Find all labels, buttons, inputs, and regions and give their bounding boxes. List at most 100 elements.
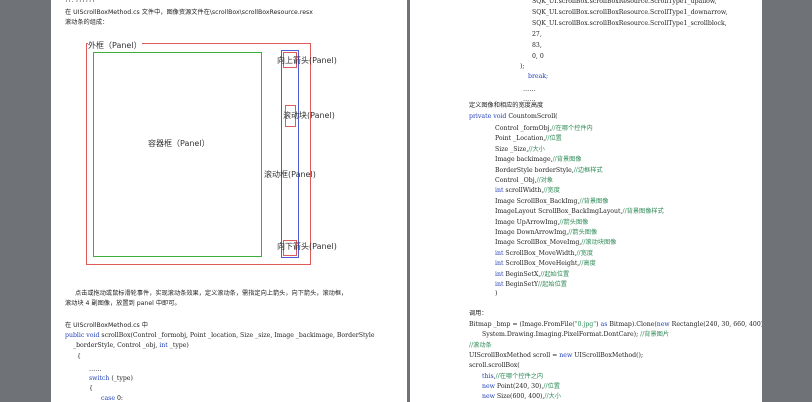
call-line: UIScrollBoxMethod scroll = new UIScrollB… — [469, 352, 643, 360]
param-comment: //在哪个控件内 — [551, 125, 593, 132]
call-cm: //大小 — [544, 393, 561, 401]
param-type: Size — [495, 145, 509, 153]
param-type: Image — [495, 218, 515, 226]
param-name: ScrollBox_MoveImg, — [514, 239, 582, 247]
param-line: Control _Obj,//对象 — [495, 177, 553, 185]
param-line: int BeginSetY//起始位置 — [495, 281, 567, 289]
intro-line: 在 UIScrollBoxMethod.cs 文件中，图像资源文件在\scrol… — [65, 9, 313, 16]
param-line: int ScrollBox_MoveWidth,//宽度 — [495, 250, 593, 258]
code-line-4: …… — [89, 366, 102, 373]
param-type: ImageLayout — [495, 208, 537, 216]
param-type: Image — [495, 239, 515, 247]
down-arrow-label: 向下箭头(Panel) — [277, 242, 337, 251]
code-line-3: { — [77, 353, 81, 360]
param-comment: //背景图像样式 — [622, 208, 664, 216]
call-kw2: new — [656, 321, 670, 328]
container-panel-box — [93, 52, 262, 257]
call-post: Point(240, 30), — [494, 382, 544, 390]
param-name: ScrollBox_MoveHeight, — [503, 260, 580, 268]
call-kw: this — [482, 372, 494, 380]
call-post: Size(600, 400), — [494, 393, 545, 401]
param-line: int BeginSetX,//起始位置 — [495, 271, 569, 279]
call-pre: scroll.scrollBox( — [469, 362, 520, 370]
param-comment: //宽度 — [576, 249, 594, 257]
param-line: Image ScrollBox_MoveImg,//滚动块图像 — [495, 239, 616, 247]
param-name: _Location, — [511, 135, 546, 143]
param-name: DownArrowImg, — [514, 229, 569, 236]
call-pre: Bitmap _bmp = (Image.FromFile( — [469, 321, 575, 328]
param-line: Image backimage,//背景图像 — [495, 156, 582, 164]
param-name: backimage, — [514, 156, 553, 164]
param-name: scrollWidth, — [503, 187, 544, 195]
ctor-signature: private void CountomScroll( — [469, 113, 558, 120]
top-code-line: SQK_UI.scrollBox.scrollBoxResource.Scrol… — [532, 0, 717, 5]
param-name: ScrollBox_MoveWidth, — [503, 249, 577, 257]
param-line: Point _Location,//位置 — [495, 135, 562, 143]
top-code-line: 27, — [532, 31, 542, 38]
intro-line-2: 滚动条的组成： — [65, 19, 109, 26]
param-comment: //高度 — [579, 260, 596, 268]
close-paren: ) — [495, 290, 498, 297]
call-line: scroll.scrollBox( — [469, 362, 520, 370]
param-name: _Obj, — [518, 177, 537, 184]
param-comment: //宽度 — [543, 187, 560, 195]
param-type: Point — [495, 135, 512, 143]
param-line: int scrollWidth,//宽度 — [495, 187, 560, 195]
top-code-line: SQK_UI.scrollBox.scrollBoxResource.Scrol… — [532, 9, 728, 16]
top-code-line: 83, — [532, 42, 542, 49]
param-name: UpArrowImg, — [514, 218, 560, 226]
thumb-label: 滚动块(Panel) — [283, 111, 335, 120]
param-comment: //滚动块图像 — [581, 239, 617, 247]
param-name: ScrollBox_BackImgLayout, — [536, 208, 623, 216]
call-line: this,//在哪个控件之内 — [482, 373, 543, 381]
call-str: "0.jpg" — [574, 321, 597, 328]
call-kw: new — [482, 382, 495, 390]
outer-panel-label: 外框（Panel） — [88, 40, 142, 51]
param-type: Control — [495, 125, 519, 132]
call-kw: new — [482, 393, 495, 401]
param-line: Size _Size,//大小 — [495, 146, 545, 154]
param-line: Image DownArrowImg,//箭头图像 — [495, 229, 597, 237]
param-comment: //边框样式 — [573, 166, 603, 174]
paragraph-1: 点击或拖动或鼠标滑轮事件，实现滚动条效果，定义滚动条，需指定向上箭头，向下箭头，… — [75, 290, 348, 297]
document-page-left: ??. ?????? 在 UIScrollBoxMethod.cs 文件中，图像… — [51, 0, 407, 402]
track-label: 滚动框(Panel) — [264, 170, 316, 179]
call-cm: //在哪个控件之内 — [495, 372, 544, 380]
param-type: Image — [495, 156, 515, 164]
param-comment: //背景图像 — [552, 156, 582, 164]
param-comment: //箭头图像 — [559, 218, 589, 226]
param-name: BeginSetY — [503, 281, 539, 288]
container-panel-label: 容器框（Panel） — [148, 139, 210, 148]
param-line: Image ScrollBox_BackImg,//背景图像 — [495, 198, 608, 206]
param-comment: //位置 — [545, 135, 562, 143]
param-comment: //对象 — [536, 177, 554, 184]
call-post: Bitmap).Clone( — [607, 321, 657, 328]
param-comment: //箭头图像 — [568, 229, 598, 236]
param-name: borderStyle, — [532, 166, 574, 174]
param-name: _Size, — [508, 145, 529, 153]
code-line-6: { — [89, 385, 93, 392]
code-line-7: case 0: — [101, 395, 123, 402]
param-line: BorderStyle borderStyle,//边框样式 — [495, 167, 603, 175]
section-title: 定义图像和相应的宽度高度 — [469, 102, 544, 109]
code-intro: 在 UIScrollBoxMethod.cs 中 — [65, 322, 148, 329]
top-code-line: break; — [528, 73, 549, 80]
document-page-right: SQK_UI.scrollBox.scrollBoxResource.Scrol… — [410, 0, 762, 402]
code-line-2: _borderStyle, Control _obj, int _type) — [73, 342, 189, 349]
call-post2: Rectangle(240, 30, 660, 400), — [669, 321, 762, 328]
top-code-line: SQK_UI.scrollBox.scrollBoxResource.Scrol… — [532, 20, 727, 27]
code-line-5: switch (_type) — [89, 375, 133, 382]
call-pre: UIScrollBoxMethod scroll = — [469, 351, 560, 359]
call-line: //滚动条 — [469, 342, 492, 350]
top-code-line: 0, 0 — [532, 53, 544, 60]
call-cm: //背景图片 — [640, 331, 670, 339]
param-line: int ScrollBox_MoveHeight,//高度 — [495, 260, 596, 268]
param-type: Image — [495, 229, 515, 236]
heading-fragment: ??. ?????? — [65, 0, 96, 4]
param-type: Control — [495, 177, 519, 184]
call-line: System.Drawing.Imaging.PixelFormat.DontC… — [482, 331, 669, 339]
param-line: Control _formObj,//在哪个控件内 — [495, 125, 593, 133]
top-code-line: …… — [523, 86, 536, 93]
param-comment: //起始位置 — [540, 270, 570, 278]
param-line: Image UpArrowImg,//箭头图像 — [495, 219, 588, 227]
